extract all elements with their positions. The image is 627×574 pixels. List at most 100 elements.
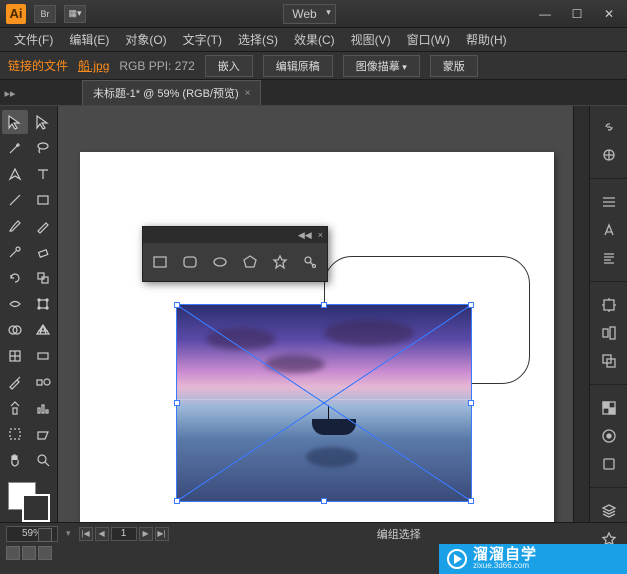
pathfinder-panel-icon[interactable] <box>598 352 620 370</box>
artboard-nav: |◀ ◀ 1 ▶ ▶| <box>79 527 169 541</box>
pen-tool[interactable] <box>2 162 28 186</box>
shape-tools-panel[interactable]: ◀◀ × <box>142 226 328 282</box>
draw-inside-icon[interactable] <box>38 546 52 560</box>
menu-help[interactable]: 帮助(H) <box>458 31 515 48</box>
selection-tool[interactable] <box>2 110 28 134</box>
ellipse-shape-button[interactable] <box>209 251 231 273</box>
rectangle-tool[interactable] <box>30 188 56 212</box>
menu-select[interactable]: 选择(S) <box>230 31 286 48</box>
menu-effect[interactable]: 效果(C) <box>286 31 343 48</box>
draw-behind-icon[interactable] <box>22 546 36 560</box>
panel-close-icon[interactable]: × <box>318 230 323 240</box>
stroke-panel-icon[interactable] <box>598 193 620 211</box>
zoom-dropdown-icon[interactable]: ▾ <box>66 528 71 539</box>
direct-selection-tool[interactable] <box>30 110 56 134</box>
placed-image[interactable] <box>176 304 472 502</box>
rectangle-shape-button[interactable] <box>149 251 171 273</box>
last-artboard-button[interactable]: ▶| <box>155 527 169 541</box>
arrange-docs-button[interactable]: ▦▾ <box>64 5 86 23</box>
paragraph-panel-icon[interactable] <box>598 249 620 267</box>
menu-file[interactable]: 文件(F) <box>6 31 61 48</box>
mesh-tool[interactable] <box>2 344 28 368</box>
polygon-shape-button[interactable] <box>239 251 261 273</box>
window-close[interactable]: ✕ <box>597 6 621 22</box>
watermark: 溜溜自学 zixue.3d66.com <box>439 544 627 574</box>
next-artboard-button[interactable]: ▶ <box>139 527 153 541</box>
width-tool[interactable] <box>2 292 28 316</box>
menu-edit[interactable]: 编辑(E) <box>61 31 117 48</box>
bridge-button[interactable]: Br <box>34 5 56 23</box>
eraser-tool[interactable] <box>30 240 56 264</box>
character-panel-icon[interactable] <box>598 221 620 239</box>
magic-wand-tool[interactable] <box>2 136 28 160</box>
menu-view[interactable]: 视图(V) <box>343 31 399 48</box>
image-info: RGB PPI: 272 <box>119 59 194 73</box>
statusbar: ▾ |◀ ◀ 1 ▶ ▶| 编组选择 <box>0 522 627 544</box>
flare-shape-button[interactable] <box>299 251 321 273</box>
rounded-rectangle-shape-button[interactable] <box>179 251 201 273</box>
symbol-sprayer-tool[interactable] <box>2 396 28 420</box>
window-maximize[interactable]: ☐ <box>565 6 589 22</box>
column-graph-tool[interactable] <box>30 396 56 420</box>
embed-button[interactable]: 嵌入 <box>205 55 253 77</box>
hand-tool[interactable] <box>2 448 28 472</box>
document-tab[interactable]: 未标题-1* @ 59% (RGB/预览) × <box>82 80 261 105</box>
menu-object[interactable]: 对象(O) <box>117 31 174 48</box>
stroke-swatch[interactable] <box>22 494 50 522</box>
watermark-url: zixue.3d66.com <box>473 562 537 571</box>
menu-type[interactable]: 文字(T) <box>175 31 230 48</box>
artboard-tool[interactable] <box>2 422 28 446</box>
tab-close-icon[interactable]: × <box>245 88 251 99</box>
color-panel-icon[interactable] <box>598 146 620 164</box>
pencil-tool[interactable] <box>30 214 56 238</box>
shape-builder-tool[interactable] <box>2 318 28 342</box>
first-artboard-button[interactable]: |◀ <box>79 527 93 541</box>
image-trace-button[interactable]: 图像描摹 <box>343 55 420 77</box>
mask-button[interactable]: 蒙版 <box>430 55 478 77</box>
draw-normal-icon[interactable] <box>6 546 20 560</box>
paintbrush-tool[interactable] <box>2 214 28 238</box>
layers-panel-icon[interactable] <box>598 502 620 520</box>
linked-file-label: 链接的文件 <box>8 57 68 74</box>
type-tool[interactable] <box>30 162 56 186</box>
appearance-panel-icon[interactable] <box>598 427 620 445</box>
right-panel-strip <box>589 106 627 522</box>
align-panel-icon[interactable] <box>598 324 620 342</box>
gradient-tool[interactable] <box>30 344 56 368</box>
doc-menu-icon[interactable]: ▸▸ <box>0 84 20 102</box>
scale-tool[interactable] <box>30 266 56 290</box>
panel-collapse-icon[interactable]: ◀◀ <box>298 230 312 241</box>
control-bar: 链接的文件 船.jpg RGB PPI: 272 嵌入 编辑原稿 图像描摹 蒙版 <box>0 52 627 80</box>
slice-tool[interactable] <box>30 422 56 446</box>
document-tabs: ▸▸ 未标题-1* @ 59% (RGB/预览) × <box>0 80 627 106</box>
line-tool[interactable] <box>2 188 28 212</box>
prev-artboard-button[interactable]: ◀ <box>95 527 109 541</box>
window-minimize[interactable]: — <box>533 6 557 22</box>
eyedropper-tool[interactable] <box>2 370 28 394</box>
fill-stroke-swatch[interactable] <box>2 480 55 524</box>
watermark-logo-icon <box>447 549 467 569</box>
artboard-number[interactable]: 1 <box>111 527 137 541</box>
blob-brush-tool[interactable] <box>2 240 28 264</box>
zoom-tool[interactable] <box>30 448 56 472</box>
graphic-styles-panel-icon[interactable] <box>598 455 620 473</box>
canvas[interactable]: ◀◀ × <box>58 106 573 522</box>
blend-tool[interactable] <box>30 370 56 394</box>
status-mode: 编组选择 <box>177 526 621 542</box>
star-shape-button[interactable] <box>269 251 291 273</box>
workspace-preset-select[interactable]: Web <box>283 4 335 24</box>
app-logo: Ai <box>6 4 26 24</box>
rotate-tool[interactable] <box>2 266 28 290</box>
perspective-grid-tool[interactable] <box>30 318 56 342</box>
edit-original-button[interactable]: 编辑原稿 <box>263 55 333 77</box>
linked-file-name[interactable]: 船.jpg <box>78 57 109 74</box>
none-mode-icon[interactable] <box>38 528 52 542</box>
menu-window[interactable]: 窗口(W) <box>399 31 458 48</box>
panel-collapse-strip[interactable] <box>573 106 589 522</box>
lasso-tool[interactable] <box>30 136 56 160</box>
free-transform-tool[interactable] <box>30 292 56 316</box>
transparency-panel-icon[interactable] <box>598 399 620 417</box>
boat-graphic <box>312 419 356 435</box>
transform-panel-icon[interactable] <box>598 296 620 314</box>
links-panel-icon[interactable] <box>598 118 620 136</box>
